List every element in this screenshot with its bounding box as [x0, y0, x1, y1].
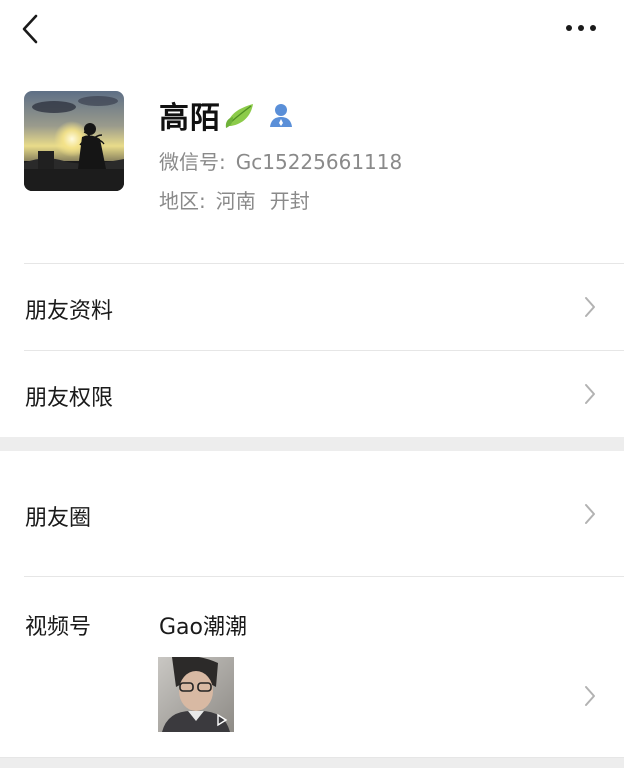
region-city: 开封 — [269, 189, 310, 213]
moments-row[interactable]: 朋友圈 — [0, 451, 624, 576]
friend-permissions-label: 朋友权限 — [25, 386, 114, 411]
profile-header: 高陌 微信号: Gc15225661118 地区: 河南 开封 — [0, 62, 624, 262]
section-gap — [0, 437, 624, 451]
avatar[interactable] — [24, 91, 124, 191]
more-icon[interactable] — [560, 18, 602, 38]
channel-name: Gao潮潮 — [159, 615, 247, 640]
section-gap — [0, 758, 624, 768]
chevron-right-icon — [585, 297, 595, 317]
channel-video-thumbnail[interactable] — [158, 657, 234, 732]
region-line: 地区: 河南 开封 — [159, 185, 310, 214]
friend-permissions-row[interactable]: 朋友权限 — [0, 351, 624, 437]
friend-info-row[interactable]: 朋友资料 — [0, 264, 624, 350]
moments-label: 朋友圈 — [25, 506, 92, 531]
wechat-id-value: Gc15225661118 — [235, 150, 403, 174]
friend-info-label: 朋友资料 — [25, 299, 114, 324]
contact-icon[interactable] — [269, 102, 293, 128]
channel-thumbnail-image — [158, 657, 234, 732]
wechat-id-label: 微信号: — [159, 150, 226, 174]
back-icon[interactable] — [18, 12, 46, 46]
top-bar — [0, 0, 624, 58]
chevron-right-icon — [585, 504, 595, 524]
region-label: 地区: — [159, 189, 206, 213]
contact-profile-page: 高陌 微信号: Gc15225661118 地区: 河南 开封 朋友资料 朋友权… — [0, 0, 624, 768]
leaf-icon — [225, 104, 253, 128]
avatar-image — [24, 91, 124, 191]
name-row: 高陌 — [159, 92, 293, 138]
channels-row[interactable]: 视频号 Gao潮潮 — [0, 577, 624, 757]
chevron-right-icon — [585, 686, 595, 706]
chevron-right-icon — [585, 384, 595, 404]
channels-label: 视频号 — [25, 615, 92, 640]
region-province: 河南 — [215, 189, 256, 213]
wechat-id-line: 微信号: Gc15225661118 — [159, 146, 402, 175]
contact-name: 高陌 — [159, 101, 221, 136]
